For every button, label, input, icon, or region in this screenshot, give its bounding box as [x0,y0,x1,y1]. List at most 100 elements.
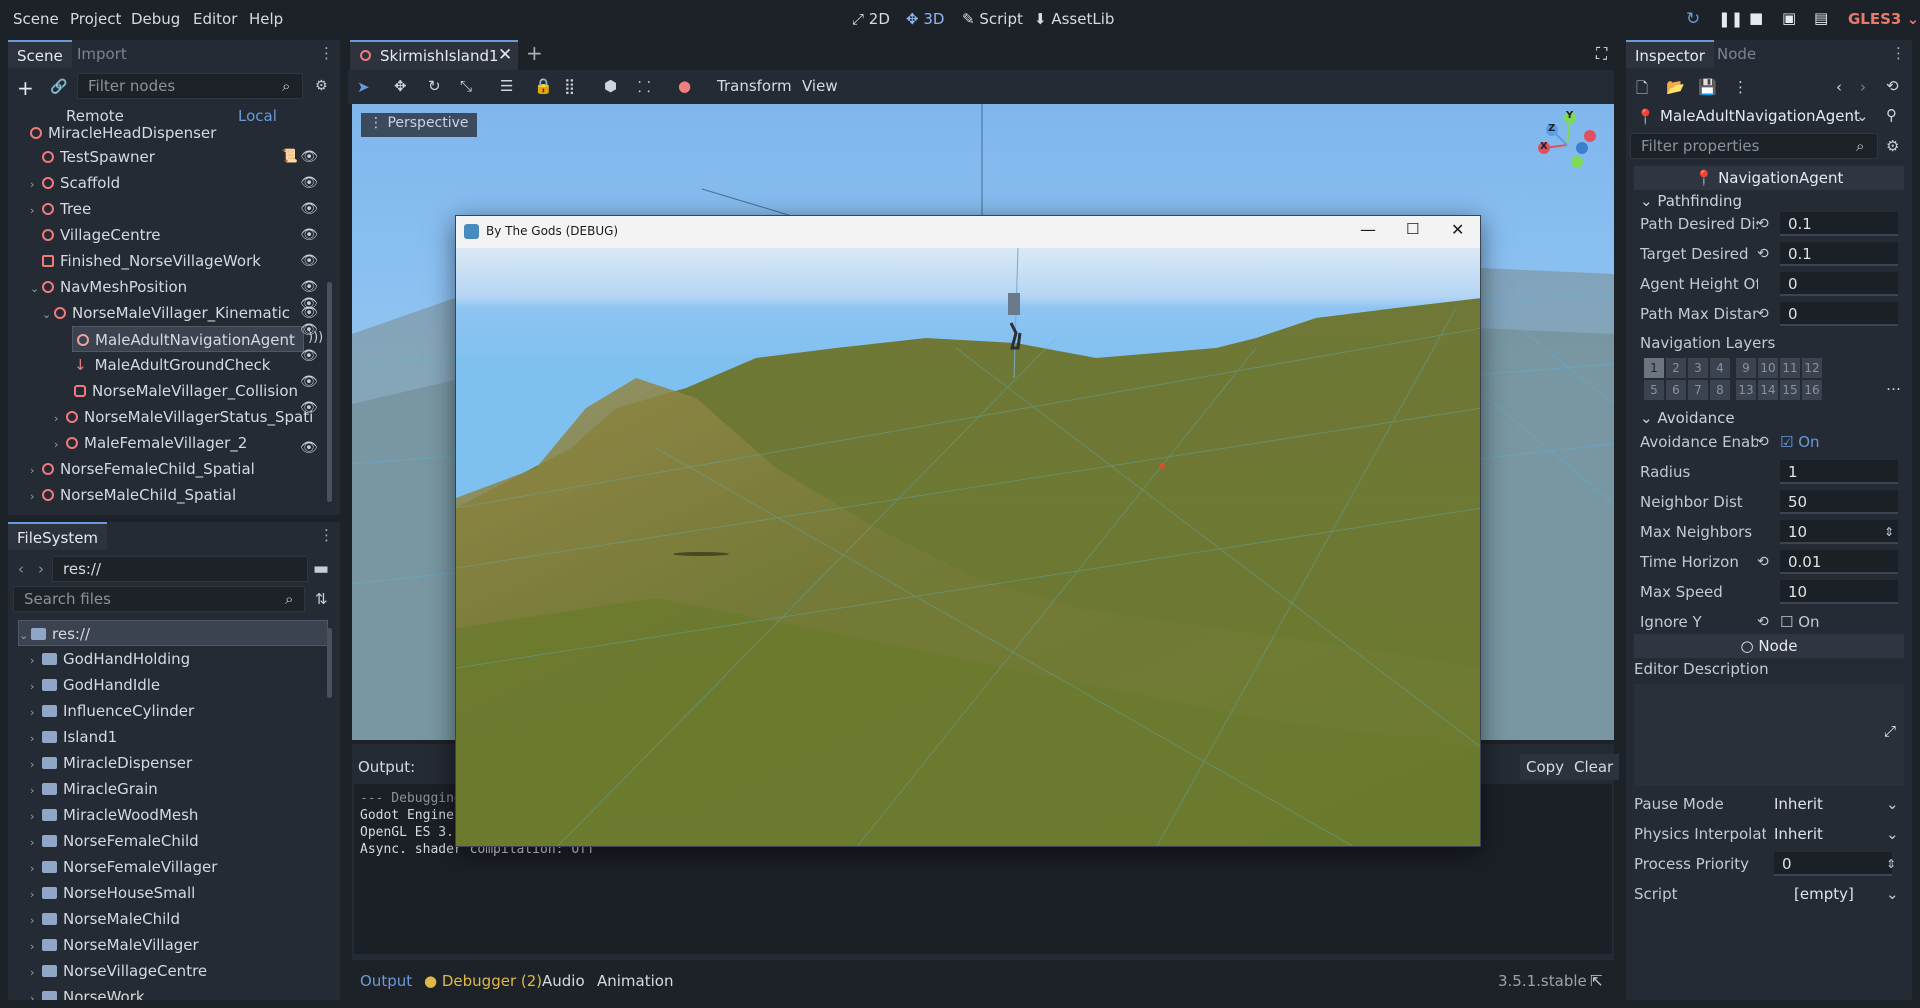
minimize-icon[interactable]: — [1360,220,1376,239]
visibility-eye-icon[interactable]: 👁 [300,222,318,248]
prop-agent-height-offset[interactable]: Agent Height Offs0 [1640,270,1902,298]
visibility-eye-icon[interactable]: 👁 [300,400,318,416]
visibility-eye-icon[interactable]: 👁 [300,296,318,312]
history-back-icon[interactable]: ‹ [1836,78,1842,96]
rotate-tool-icon[interactable]: ↻ [428,77,441,95]
scene-tree-scrollbar[interactable] [327,282,332,502]
folder-item[interactable]: › NorseWork [30,984,340,1000]
ignore-y-checkbox[interactable]: ☐ On [1780,608,1820,636]
game-window[interactable]: By The Gods (DEBUG) — ☐ ✕ [455,215,1481,847]
filter-settings-icon[interactable]: ⚙ [1886,137,1899,155]
expand-arrow-icon[interactable]: › [30,726,42,752]
layer-bit[interactable]: 3 [1688,358,1708,378]
tree-node[interactable]: › NorseMaleChild_Spatial [30,482,340,508]
layer-bit[interactable]: 7 [1688,380,1708,400]
copy-button[interactable]: Copy [1520,754,1571,780]
layer-bit[interactable]: 8 [1710,380,1730,400]
prop-radius[interactable]: Radius 1 [1640,458,1902,486]
tree-node[interactable]: ⌄ NavMeshPosition 👁 [30,274,340,300]
override-camera-icon[interactable]: ● [678,77,691,95]
revert-icon[interactable]: ⟲ [1757,428,1769,456]
tree-node[interactable]: MiracleHeadDispenser [30,126,340,146]
folder-item[interactable]: › NorseHouseSmall [30,880,340,906]
game-window-titlebar[interactable]: By The Gods (DEBUG) — ☐ ✕ [456,216,1480,248]
move-tool-icon[interactable]: ✥ [394,77,407,95]
mode-assetlib-button[interactable]: ⬇ AssetLib [1034,10,1114,28]
folder-item[interactable]: › NorseVillageCentre [30,958,340,984]
expand-arrow-icon[interactable]: › [30,458,42,484]
expand-arrow-icon[interactable]: › [30,960,42,986]
expand-arrow-icon[interactable]: › [30,674,42,700]
expand-arrow-icon[interactable]: › [30,484,42,510]
avoidance-checkbox[interactable]: ☑ On [1780,428,1820,456]
tab-animation[interactable]: Animation [597,972,673,990]
folder-item[interactable]: › GodHandIdle [30,672,340,698]
group-icon[interactable]: ⣿ [564,77,575,95]
close-tab-icon[interactable]: ✕ [498,45,512,65]
expand-icon[interactable]: ⤢ [1884,722,1896,740]
play-custom-icon[interactable]: ▤ [1814,9,1828,27]
expand-arrow-icon[interactable]: › [30,934,42,960]
tree-node[interactable]: › MaleFemaleVillager_2 [54,430,340,456]
layer-bit[interactable]: 6 [1666,380,1686,400]
tree-node[interactable]: VillageCentre 👁 [42,222,340,248]
tree-node[interactable]: › NorseFemaleChild_Spatial [30,456,340,482]
file-root[interactable]: ⌄ res:// [18,620,328,646]
play-scene-icon[interactable]: ▣ [1782,9,1796,27]
prop-avoidance-enabled[interactable]: Avoidance Enabl ⟲ ☑ On [1640,428,1902,456]
distraction-free-icon[interactable]: ⛶ [1596,44,1607,64]
object-properties-icon[interactable]: ⚲ [1886,106,1897,124]
prop-max-neighbors[interactable]: Max Neighbors 10 ⇕ [1640,518,1902,546]
collapse-arrow-icon[interactable]: ⌄ [42,302,54,328]
prop-ignore-y[interactable]: Ignore Y ⟲ ☐ On [1640,608,1902,636]
expand-arrow-icon[interactable]: › [54,406,66,432]
expand-panel-icon[interactable]: ⇱ [1590,972,1603,990]
tree-node[interactable]: › Tree 👁 [30,196,340,222]
prop-process-priority[interactable]: Process Priority 0 ⇕ [1634,850,1904,878]
lock-icon[interactable]: 🔒 [534,77,553,95]
revert-icon[interactable]: ⟲ [1757,210,1769,238]
split-view-icon[interactable]: ▬ [313,559,329,579]
filter-nodes-input[interactable]: Filter nodes [77,73,303,99]
tab-import[interactable]: Import [68,40,136,68]
expand-arrow-icon[interactable]: › [30,172,42,198]
close-window-icon[interactable]: ✕ [1451,220,1464,239]
prop-max-speed[interactable]: Max Speed 10 [1640,578,1902,606]
expand-arrow-icon[interactable]: › [30,882,42,908]
folder-item[interactable]: › NorseMaleChild [30,906,340,932]
revert-icon[interactable]: ⟲ [1757,240,1769,268]
layer-bit[interactable]: 4 [1710,358,1730,378]
menu-help[interactable]: Help [249,10,283,28]
tab-audio[interactable]: Audio [542,972,585,990]
more-layers-icon[interactable]: … [1886,376,1901,394]
layer-bit[interactable]: 10 [1758,358,1778,378]
navigation-layers-grid[interactable]: 1 2 3 4 9 10 11 12 5 6 7 8 13 14 15 16 [1644,358,1834,402]
folder-item[interactable]: › MiracleDispenser [30,750,340,776]
prop-neighbor-dist[interactable]: Neighbor Dist 50 [1640,488,1902,516]
folder-item[interactable]: › GodHandHolding [30,646,340,672]
node-selector[interactable]: 📍 MaleAdultNavigationAgent ⌄ [1630,104,1870,130]
scene-tree[interactable]: MiracleHeadDispenser TestSpawner 📜 👁 › Scaf… [8,126,340,510]
layer-bit[interactable]: 5 [1644,380,1664,400]
prop-path-desired-distance[interactable]: Path Desired Dis ⟲ 0.1 [1640,210,1902,238]
revert-icon[interactable]: ⟲ [1757,548,1769,576]
expand-arrow-icon[interactable]: › [30,856,42,882]
select-tool-icon[interactable]: ➤ [357,78,370,96]
prop-target-desired-distance[interactable]: Target Desired ⟲ 0.1 [1640,240,1902,268]
visibility-eye-icon[interactable]: 👁 [300,196,318,222]
revert-icon[interactable]: ⟲ [1757,608,1769,636]
local-button[interactable]: Local [238,107,277,125]
tab-node[interactable]: Node [1708,40,1765,68]
remote-button[interactable]: Remote [66,107,124,125]
prop-physics-interpolation[interactable]: Physics Interpolati Inherit ⌄ [1634,820,1904,848]
renderer-label[interactable]: GLES3 ⌄ [1848,10,1919,28]
expand-arrow-icon[interactable]: › [30,804,42,830]
forward-arrow-icon[interactable]: › [38,560,44,578]
dock-menu-icon[interactable]: ⋮ [319,44,334,62]
perspective-menu[interactable]: ⋮ Perspective [361,113,477,137]
game-viewport[interactable] [456,248,1480,846]
new-resource-icon[interactable]: 🗋 [1636,78,1648,103]
collapse-arrow-icon[interactable]: ⌄ [30,276,42,302]
layer-bit[interactable]: 14 [1758,380,1778,400]
history-forward-icon[interactable]: › [1860,78,1866,96]
